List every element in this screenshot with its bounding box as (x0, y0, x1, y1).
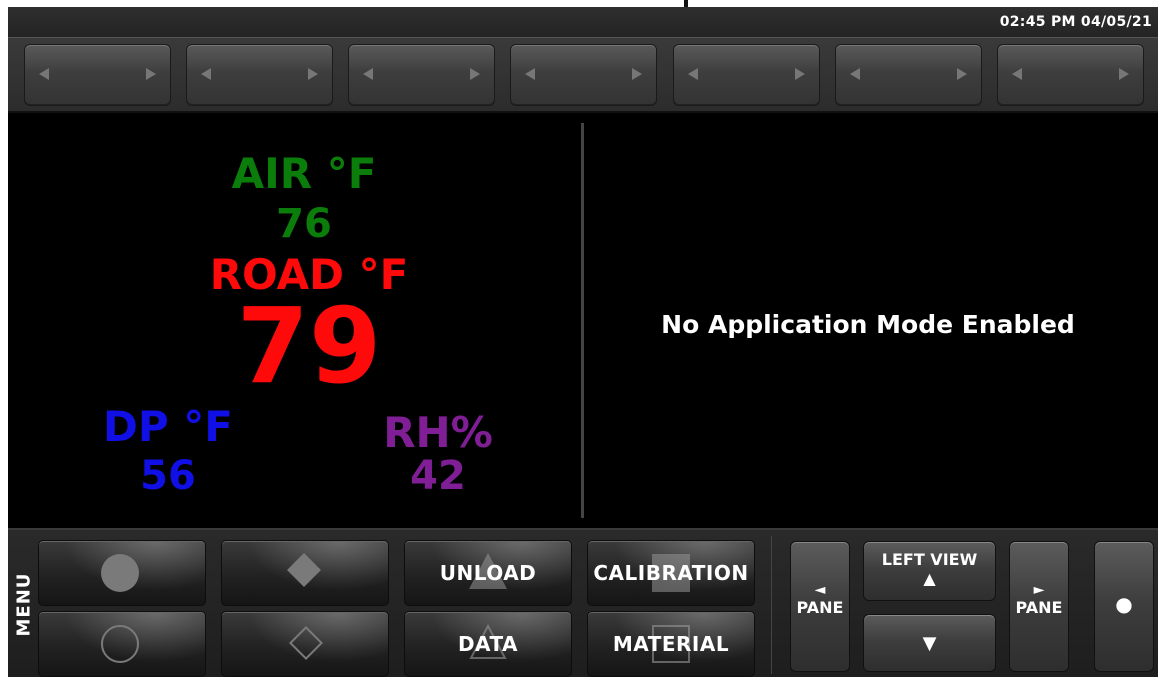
main-display: AIR °F 76 ROAD °F 79 DP °F 56 RH% 42 No … (8, 113, 1158, 528)
left-arrow-icon (1012, 68, 1022, 80)
bottom-control-bar: MENU UNLOAD CALIBRATION DATA MATERIAL ◄ … (8, 528, 1158, 677)
material-button[interactable]: MATERIAL (587, 611, 755, 677)
left-arrow-icon (850, 68, 860, 80)
right-arrow-icon (957, 68, 967, 80)
left-arrow-icon (525, 68, 535, 80)
soft-key-4[interactable] (510, 44, 657, 106)
left-arrow-icon (363, 68, 373, 80)
outline-circle-icon (101, 625, 139, 663)
right-arrow-icon (308, 68, 318, 80)
menu-label: MENU (13, 572, 35, 637)
dot-icon: ● (1115, 592, 1133, 616)
humidity-label: RH% (383, 408, 493, 457)
right-arrow-icon (146, 68, 156, 80)
soft-key-3[interactable] (348, 44, 495, 106)
dot-button[interactable]: ● (1094, 541, 1154, 672)
material-label: MATERIAL (612, 632, 730, 656)
filled-diamond-button[interactable] (221, 540, 389, 606)
dew-point-label: DP °F (103, 402, 233, 451)
right-arrow-icon (795, 68, 805, 80)
air-temp-value: 76 (276, 201, 332, 247)
road-temp-value: 79 (236, 285, 382, 407)
pane-left-label: PANE (796, 598, 844, 617)
right-triangle-icon: ► (1033, 582, 1045, 598)
left-arrow-icon (688, 68, 698, 80)
left-arrow-icon (39, 68, 49, 80)
mode-message: No Application Mode Enabled (661, 310, 1075, 339)
soft-key-2[interactable] (186, 44, 333, 106)
soft-key-5[interactable] (673, 44, 820, 106)
left-view-button[interactable]: LEFT VIEW ▲ (863, 541, 996, 601)
soft-key-7[interactable] (997, 44, 1144, 106)
data-label: DATA (457, 632, 519, 656)
soft-key-1[interactable] (24, 44, 171, 106)
device-screen: 02:45 PM 04/05/21 AIR °F 76 ROAD °F 79 D… (8, 7, 1158, 677)
pane-divider (581, 123, 584, 518)
dew-point-value: 56 (140, 453, 196, 499)
left-view-label: LEFT VIEW (881, 550, 978, 569)
right-arrow-icon (632, 68, 642, 80)
filled-diamond-icon (287, 553, 321, 587)
soft-key-row (8, 38, 1158, 113)
air-temp-label: AIR °F (231, 149, 377, 198)
outline-diamond-icon (289, 626, 323, 660)
pane-right-button[interactable]: ► PANE (1009, 541, 1069, 672)
up-triangle-icon: ▲ (923, 569, 936, 588)
filled-circle-icon (101, 554, 139, 592)
down-triangle-icon: ▼ (922, 633, 937, 654)
calibration-label: CALIBRATION (593, 561, 749, 585)
data-button[interactable]: DATA (404, 611, 572, 677)
right-arrow-icon (470, 68, 480, 80)
unload-label: UNLOAD (439, 561, 537, 585)
right-arrow-icon (1119, 68, 1129, 80)
unload-button[interactable]: UNLOAD (404, 540, 572, 606)
pane-left-button[interactable]: ◄ PANE (790, 541, 850, 672)
calibration-button[interactable]: CALIBRATION (587, 540, 755, 606)
outline-diamond-button[interactable] (221, 611, 389, 677)
top-tick-mark (684, 0, 688, 7)
filled-circle-button[interactable] (38, 540, 206, 606)
humidity-value: 42 (410, 453, 466, 499)
down-button[interactable]: ▼ (863, 614, 996, 672)
top-strip (0, 0, 1158, 7)
nav-separator (771, 536, 772, 674)
pane-right-label: PANE (1015, 598, 1063, 617)
clock-readout: 02:45 PM 04/05/21 (999, 14, 1152, 30)
outline-circle-button[interactable] (38, 611, 206, 677)
left-triangle-icon: ◄ (814, 582, 826, 598)
soft-key-6[interactable] (835, 44, 982, 106)
left-arrow-icon (201, 68, 211, 80)
status-bar: 02:45 PM 04/05/21 (8, 7, 1158, 38)
